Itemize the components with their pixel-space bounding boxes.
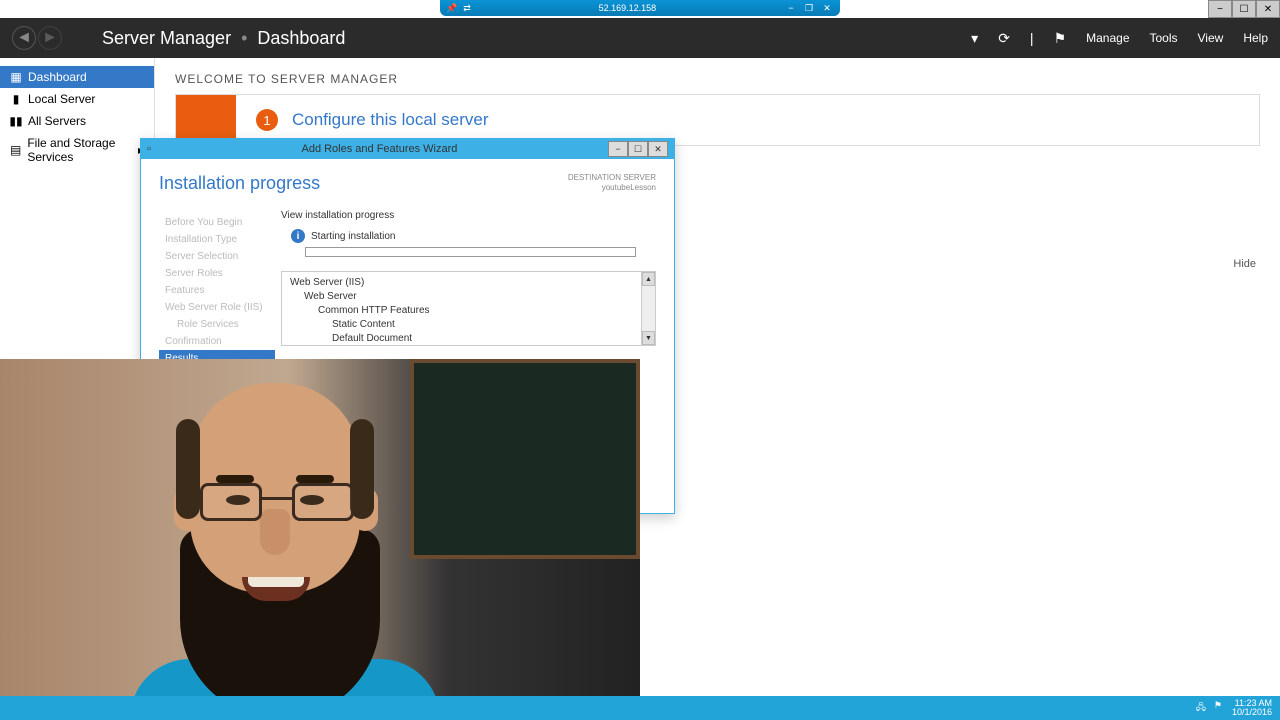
breadcrumb-app[interactable]: Server Manager: [102, 28, 231, 49]
rdp-minimize-button[interactable]: −: [784, 2, 798, 14]
nav-features: Features: [159, 282, 275, 299]
progress-bar: [305, 247, 636, 257]
status-text: Starting installation: [311, 231, 396, 242]
webcam-overlay: [0, 359, 640, 696]
sidebar-item-label: File and Storage Services: [27, 136, 132, 164]
flag-icon[interactable]: ⚑: [1054, 30, 1067, 47]
dashboard-icon: ▦: [10, 71, 22, 83]
welcome-accent-block: [176, 95, 236, 143]
sidebar-item-file-storage[interactable]: ▤ File and Storage Services ▸: [0, 132, 154, 168]
nav-server-selection: Server Selection: [159, 248, 275, 265]
refresh-icon[interactable]: ⟳: [998, 30, 1010, 47]
sidebar-item-label: Local Server: [28, 92, 95, 106]
signal-icon: ⇄: [463, 3, 471, 14]
nav-server-roles: Server Roles: [159, 265, 275, 282]
nav-before-you-begin: Before You Begin: [159, 214, 275, 231]
scroll-down-button[interactable]: ▼: [642, 331, 655, 345]
nav-confirmation: Confirmation: [159, 333, 275, 350]
storage-icon: ▤: [10, 144, 21, 156]
nav-forward-button[interactable]: ►: [38, 26, 62, 50]
wizard-titlebar[interactable]: ▫ Add Roles and Features Wizard − ☐ ✕: [141, 139, 674, 159]
taskbar-clock[interactable]: 11:23 AM 10/1/2016: [1232, 699, 1272, 717]
tray-network-icon[interactable]: 🖧: [1196, 700, 1206, 716]
sidebar-item-label: Dashboard: [28, 70, 87, 84]
sidebar-item-label: All Servers: [28, 114, 86, 128]
nav-installation-type: Installation Type: [159, 231, 275, 248]
wizard-title-text: Add Roles and Features Wizard: [151, 143, 608, 155]
servers-icon: ▮▮: [10, 115, 22, 127]
server-manager-header: ◄ ► Server Manager • Dashboard ▾ ⟳ | ⚑ M…: [0, 18, 1280, 58]
taskbar[interactable]: 🖧 ⚑ 11:23 AM 10/1/2016: [0, 696, 1280, 720]
sidebar: ▦ Dashboard ▮ Local Server ▮▮ All Server…: [0, 58, 155, 358]
feature-item: Common HTTP Features: [290, 304, 633, 318]
scroll-track[interactable]: [642, 286, 655, 331]
rdp-ip: 52.169.12.158: [599, 3, 657, 13]
welcome-title: WELCOME TO SERVER MANAGER: [175, 72, 1260, 86]
dest-label: DESTINATION SERVER: [568, 173, 656, 183]
view-progress-label: View installation progress: [281, 210, 656, 221]
feature-item: Web Server (IIS): [290, 276, 633, 290]
wizard-minimize-button[interactable]: −: [608, 141, 628, 157]
sidebar-item-all-servers[interactable]: ▮▮ All Servers: [0, 110, 154, 132]
nav-back-button[interactable]: ◄: [12, 26, 36, 50]
feature-item: Static Content: [290, 318, 633, 332]
sidebar-item-dashboard[interactable]: ▦ Dashboard: [0, 66, 154, 88]
nav-web-server-role: Web Server Role (IIS): [159, 299, 275, 316]
nav-role-services: Role Services: [159, 316, 275, 333]
feature-list-box: Web Server (IIS) Web Server Common HTTP …: [281, 271, 656, 346]
dest-value: youtubeLesson: [568, 183, 656, 193]
feature-list[interactable]: Web Server (IIS) Web Server Common HTTP …: [282, 272, 641, 345]
wizard-maximize-button[interactable]: ☐: [628, 141, 648, 157]
breadcrumb: Server Manager • Dashboard: [102, 28, 345, 49]
server-icon: ▮: [10, 93, 22, 105]
rdp-close-button[interactable]: ✕: [820, 2, 834, 14]
pin-icon[interactable]: 📌: [446, 3, 457, 14]
clock-date: 10/1/2016: [1232, 708, 1272, 717]
feature-item: Default Document: [290, 332, 633, 345]
feature-item: Web Server: [290, 290, 633, 304]
menu-help[interactable]: Help: [1243, 31, 1268, 45]
outer-minimize-button[interactable]: −: [1208, 0, 1232, 18]
breadcrumb-separator-icon: •: [241, 28, 247, 49]
menu-tools[interactable]: Tools: [1150, 31, 1178, 45]
outer-close-button[interactable]: ✕: [1256, 0, 1280, 18]
scroll-up-button[interactable]: ▲: [642, 272, 655, 286]
breadcrumb-page: Dashboard: [257, 28, 345, 49]
menu-manage[interactable]: Manage: [1086, 31, 1129, 45]
system-tray: 🖧 ⚑: [1196, 700, 1222, 716]
menu-view[interactable]: View: [1198, 31, 1224, 45]
person: [50, 359, 470, 696]
outer-window-controls: − ☐ ✕: [1208, 0, 1280, 18]
divider-icon: |: [1030, 30, 1034, 46]
wizard-destination: DESTINATION SERVER youtubeLesson: [568, 173, 656, 194]
refresh-dropdown-icon[interactable]: ▾: [971, 30, 978, 47]
sidebar-item-local-server[interactable]: ▮ Local Server: [0, 88, 154, 110]
step-number-badge: 1: [256, 109, 278, 131]
configure-server-link[interactable]: Configure this local server: [292, 110, 489, 130]
outer-maximize-button[interactable]: ☐: [1232, 0, 1256, 18]
wizard-close-button[interactable]: ✕: [648, 141, 668, 157]
rdp-connection-bar: 📌 ⇄ 52.169.12.158 − ❐ ✕: [440, 0, 840, 16]
hide-link[interactable]: Hide: [1233, 258, 1256, 270]
rdp-restore-button[interactable]: ❐: [802, 2, 816, 14]
info-icon: i: [291, 229, 305, 243]
scrollbar[interactable]: ▲ ▼: [641, 272, 655, 345]
tray-flag-icon[interactable]: ⚑: [1214, 700, 1222, 716]
